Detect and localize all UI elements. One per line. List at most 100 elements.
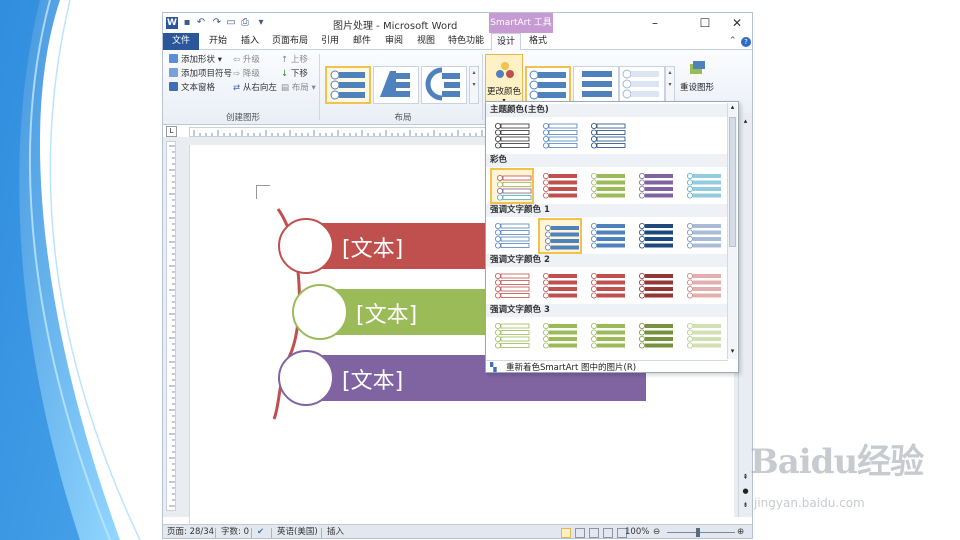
color-option[interactable] xyxy=(586,118,630,154)
color-option-graphic xyxy=(495,273,530,299)
color-option[interactable] xyxy=(682,218,726,254)
color-option[interactable] xyxy=(682,318,726,354)
color-option[interactable] xyxy=(586,268,630,304)
tab-mailings[interactable]: 邮件 xyxy=(347,33,377,50)
add-bullet-button[interactable]: 添加项目符号 xyxy=(169,68,232,80)
scroll-up-icon[interactable]: ▴ xyxy=(728,103,737,111)
status-separator xyxy=(271,528,272,538)
tab-insert[interactable]: 插入 xyxy=(235,33,265,50)
reset-graphic-button[interactable]: 重设图形 xyxy=(677,58,717,106)
help-icon[interactable]: ? xyxy=(741,37,751,47)
zoom-slider[interactable] xyxy=(667,532,735,533)
zoom-in-icon[interactable]: ⊕ xyxy=(737,525,744,538)
color-option[interactable] xyxy=(538,218,582,254)
color-option[interactable] xyxy=(634,318,678,354)
zoom-level[interactable]: 100% xyxy=(625,525,649,538)
change-colors-button[interactable]: 更改颜色 ▾ xyxy=(485,54,523,106)
layout-thumbnail-1[interactable] xyxy=(325,66,371,104)
change-colors-gallery: 主题颜色(主色) 彩色 强调文字颜色 1 强调文字颜色 2 强调文字颜色 3 ▴ ▾ ▚… xyxy=(485,101,739,373)
color-option-graphic xyxy=(543,123,578,149)
proofing-icon[interactable]: ✔ xyxy=(257,525,264,538)
gallery-scroll-thumb[interactable] xyxy=(729,117,736,247)
full-screen-reading-icon[interactable] xyxy=(575,528,585,538)
maximize-icon[interactable]: ☐ xyxy=(691,15,719,31)
new-document-icon[interactable]: ▭ xyxy=(225,17,237,29)
zoom-slider-thumb[interactable] xyxy=(696,528,700,537)
tab-design[interactable]: 设计 xyxy=(491,33,521,51)
color-option[interactable] xyxy=(538,268,582,304)
minimize-ribbon-icon[interactable]: ⌃ xyxy=(729,36,737,46)
horizontal-ruler[interactable] xyxy=(189,127,489,137)
right-to-left-button[interactable]: ⇄ 从右向左 xyxy=(233,82,277,94)
color-option[interactable] xyxy=(634,218,678,254)
save-icon[interactable]: ▪ xyxy=(181,17,193,29)
tab-references[interactable]: 引用 xyxy=(315,33,345,50)
color-option[interactable] xyxy=(634,168,678,204)
tab-review[interactable]: 审阅 xyxy=(379,33,409,50)
move-up-button[interactable]: ↑ 上移 xyxy=(281,54,308,66)
color-option[interactable] xyxy=(586,168,630,204)
smartart-circle-3[interactable] xyxy=(278,350,334,406)
layout-gallery-scroll[interactable]: ▴ ▾ xyxy=(469,66,479,104)
gallery-scrollbar[interactable]: ▴ ▾ xyxy=(727,103,737,359)
tab-view[interactable]: 视图 xyxy=(411,33,441,50)
text-pane-button[interactable]: 文本窗格 xyxy=(169,82,215,94)
color-option-graphic xyxy=(687,273,721,299)
color-option[interactable] xyxy=(490,118,534,154)
style-thumbnail-1[interactable] xyxy=(525,66,571,104)
promote-button[interactable]: ⇦ 升级 xyxy=(233,54,260,66)
scroll-down-icon[interactable]: ▾ xyxy=(728,347,737,355)
color-option[interactable] xyxy=(586,318,630,354)
outline-view-icon[interactable] xyxy=(603,528,613,538)
layout-button[interactable]: ▤ 布局 ▾ xyxy=(281,82,316,94)
status-separator xyxy=(215,528,216,538)
color-option[interactable] xyxy=(538,118,582,154)
tab-special-features[interactable]: 特色功能 xyxy=(443,33,489,50)
close-icon[interactable]: ✕ xyxy=(723,15,751,31)
undo-icon[interactable]: ↶ xyxy=(195,17,207,29)
minimize-icon[interactable]: – xyxy=(641,15,669,31)
tab-home[interactable]: 开始 xyxy=(203,33,233,50)
color-option[interactable] xyxy=(586,218,630,254)
redo-icon[interactable]: ↷ xyxy=(211,17,223,29)
smartart-text-3[interactable]: [文本] xyxy=(342,363,403,395)
scroll-up-icon[interactable]: ▴ xyxy=(741,117,750,129)
status-page[interactable]: 页面: 28/34 xyxy=(167,525,214,538)
color-option[interactable] xyxy=(490,268,534,304)
color-option[interactable] xyxy=(538,168,582,204)
customize-icon[interactable]: ▾ xyxy=(255,17,267,29)
color-option[interactable] xyxy=(538,318,582,354)
tab-page-layout[interactable]: 页面布局 xyxy=(267,33,313,50)
tab-selector[interactable]: L xyxy=(166,126,177,137)
style-gallery-scroll[interactable]: ▴ ▾ xyxy=(665,66,675,104)
status-words[interactable]: 字数: 0 xyxy=(221,525,249,538)
layout-thumbnail-3[interactable] xyxy=(421,66,467,104)
vertical-ruler[interactable] xyxy=(166,141,176,511)
tab-file[interactable]: 文件 xyxy=(163,33,199,50)
recolor-pictures-option[interactable]: ▚ 重新着色SmartArt 图中的图片(R) xyxy=(486,360,728,374)
layout-thumbnail-2[interactable] xyxy=(373,66,419,104)
tab-format[interactable]: 格式 xyxy=(523,33,553,50)
status-language[interactable]: 英语(美国) xyxy=(277,525,318,538)
color-option[interactable] xyxy=(634,268,678,304)
print-preview-icon[interactable]: ⎙ xyxy=(239,17,251,29)
color-option[interactable] xyxy=(490,168,534,204)
style-thumbnail-2[interactable] xyxy=(573,66,619,104)
smartart-circle-1[interactable] xyxy=(278,218,334,274)
smartart-text-2[interactable]: [文本] xyxy=(356,297,417,329)
watermark-url: jingyan.baidu.com xyxy=(754,496,865,510)
demote-button[interactable]: ⇨ 降级 xyxy=(233,68,260,80)
zoom-out-icon[interactable]: ⊖ xyxy=(653,525,660,538)
print-layout-view-icon[interactable] xyxy=(561,528,571,538)
smartart-circle-2[interactable] xyxy=(292,284,348,340)
color-option[interactable] xyxy=(682,168,726,204)
style-thumbnail-3[interactable] xyxy=(619,66,665,104)
add-shape-button[interactable]: 添加形状 ▾ xyxy=(169,54,222,66)
color-option[interactable] xyxy=(490,218,534,254)
color-option[interactable] xyxy=(682,268,726,304)
move-down-button[interactable]: ↓ 下移 xyxy=(281,68,308,80)
status-insert-mode[interactable]: 插入 xyxy=(327,525,344,538)
smartart-text-1[interactable]: [文本] xyxy=(342,231,403,263)
web-layout-icon[interactable] xyxy=(589,528,599,538)
color-option[interactable] xyxy=(490,318,534,354)
